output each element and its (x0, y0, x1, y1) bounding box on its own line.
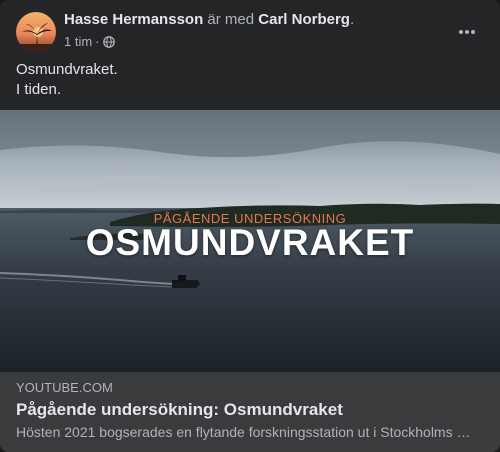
post-meta: 1 tim · (64, 34, 115, 49)
author-name[interactable]: Hasse Hermansson (64, 11, 203, 28)
post-header: Hasse Hermansson är med Carl Norberg. 1 … (0, 0, 500, 58)
post-card: Hasse Hermansson är med Carl Norberg. 1 … (0, 0, 500, 452)
message-line: I tiden. (16, 81, 62, 98)
post-time[interactable]: 1 tim (64, 34, 92, 49)
author-line: Hasse Hermansson är med Carl Norberg. (64, 11, 354, 28)
with-text: är med (207, 11, 255, 28)
overlay-title: OSMUNDVRAKET (85, 222, 415, 263)
globe-icon[interactable] (102, 35, 115, 48)
post-message: Osmundvraket. I tiden. (16, 60, 118, 100)
video-thumbnail[interactable]: PÅGÅENDE UNDERSÖKNING OSMUNDVRAKET (0, 110, 500, 372)
author-line-period: . (349, 11, 355, 28)
more-options-button[interactable] (452, 17, 482, 45)
link-preview[interactable]: YOUTUBE.COM Pågående undersökning: Osmun… (0, 372, 500, 452)
meta-separator: · (95, 34, 100, 49)
author-avatar[interactable] (16, 12, 56, 52)
more-dots-icon (458, 22, 476, 40)
tagged-name[interactable]: Carl Norberg (258, 11, 350, 28)
link-title[interactable]: Pågående undersökning: Osmundvraket (16, 400, 343, 420)
link-description: Hösten 2021 bogserades en flytande forsk… (16, 424, 472, 440)
message-line: Osmundvraket. (16, 61, 118, 78)
link-domain: YOUTUBE.COM (16, 380, 113, 395)
